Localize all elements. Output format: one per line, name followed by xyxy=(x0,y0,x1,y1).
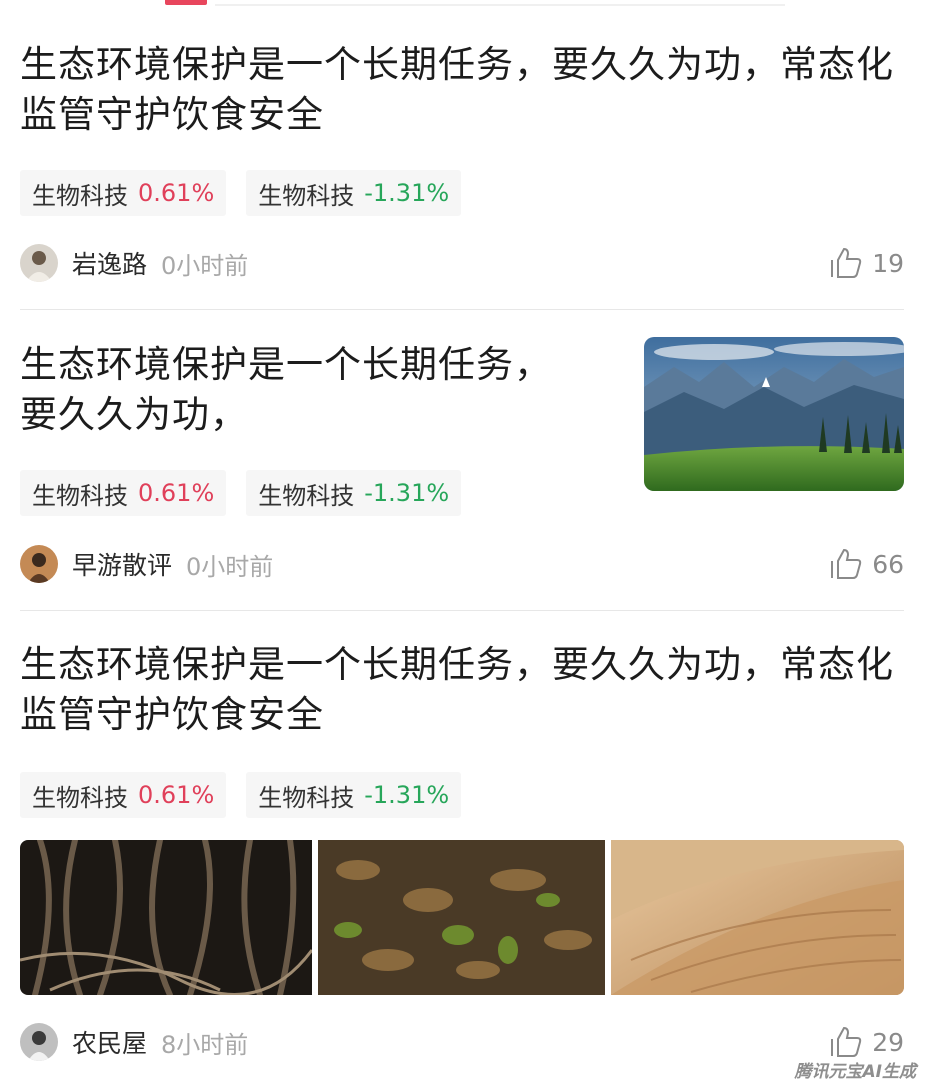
stock-name: 生物科技 xyxy=(258,783,355,812)
stock-name: 生物科技 xyxy=(258,181,355,210)
tab-underline xyxy=(215,4,785,6)
like-count: 66 xyxy=(872,549,904,579)
article-image[interactable] xyxy=(318,840,605,995)
stock-tag[interactable]: 生物科技 0.61% xyxy=(20,772,227,818)
article-image[interactable] xyxy=(611,840,904,995)
divider xyxy=(20,610,904,611)
author-name[interactable]: 农民屋 xyxy=(72,1024,147,1060)
post-time: 0小时前 xyxy=(161,251,249,280)
top-tab-indicator xyxy=(0,0,928,8)
thumbs-up-icon xyxy=(831,1026,862,1057)
stock-name: 生物科技 xyxy=(258,481,355,510)
post-time: 8小时前 xyxy=(161,1030,249,1059)
avatar[interactable] xyxy=(20,1023,58,1061)
divider xyxy=(20,309,904,310)
like-button[interactable]: 29 xyxy=(828,1022,904,1062)
stock-tag[interactable]: 生物科技 -1.31% xyxy=(246,170,462,216)
stock-name: 生物科技 xyxy=(32,783,128,812)
stock-change: -1.31% xyxy=(364,781,450,809)
thumbs-up-icon xyxy=(831,247,862,278)
stock-change: 0.61% xyxy=(138,179,215,207)
like-button[interactable]: 66 xyxy=(828,544,904,584)
stock-tag[interactable]: 生物科技 -1.31% xyxy=(246,772,462,818)
article-title[interactable]: 生态环境保护是一个长期任务，要久久为功， xyxy=(20,340,580,440)
like-count: 29 xyxy=(872,1027,904,1057)
stock-name: 生物科技 xyxy=(32,181,128,210)
feed-item[interactable]: 生态环境保护是一个长期任务，要久久为功， 生物科技 0.61% 生物科技 -1.… xyxy=(20,337,904,590)
avatar[interactable] xyxy=(20,545,58,583)
stock-tag[interactable]: 生物科技 -1.31% xyxy=(246,470,462,516)
feed-item[interactable]: 生态环境保护是一个长期任务，要久久为功，常态化监管守护饮食安全 生物科技 0.6… xyxy=(20,640,904,1070)
thumbs-up-icon xyxy=(831,548,862,579)
avatar[interactable] xyxy=(20,244,58,282)
active-tab-marker xyxy=(165,0,207,5)
article-image[interactable] xyxy=(20,840,312,995)
feed-item[interactable]: 生态环境保护是一个长期任务，要久久为功，常态化监管守护饮食安全 生物科技 0.6… xyxy=(20,40,904,290)
like-count: 19 xyxy=(872,248,904,278)
like-button[interactable]: 19 xyxy=(828,243,904,283)
stock-tag[interactable]: 生物科技 0.61% xyxy=(20,170,227,216)
author-name[interactable]: 早游散评 xyxy=(72,546,172,582)
stock-tag[interactable]: 生物科技 0.61% xyxy=(20,470,227,516)
stock-name: 生物科技 xyxy=(32,481,128,510)
stock-change: -1.31% xyxy=(364,179,450,207)
post-time: 0小时前 xyxy=(186,552,274,581)
ai-watermark: 腾讯元宝AI生成 xyxy=(794,1062,916,1082)
author-name[interactable]: 岩逸路 xyxy=(72,245,147,281)
stock-change: -1.31% xyxy=(364,479,450,507)
article-title[interactable]: 生态环境保护是一个长期任务，要久久为功，常态化监管守护饮食安全 xyxy=(20,640,904,740)
article-title[interactable]: 生态环境保护是一个长期任务，要久久为功，常态化监管守护饮食安全 xyxy=(20,40,904,140)
stock-change: 0.61% xyxy=(138,781,215,809)
stock-change: 0.61% xyxy=(138,479,215,507)
article-thumbnail[interactable] xyxy=(644,337,904,491)
